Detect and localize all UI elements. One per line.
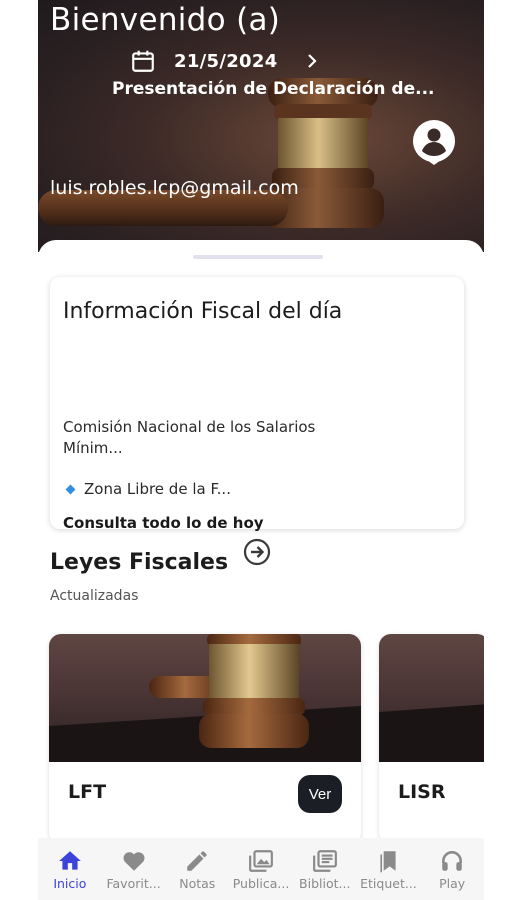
header-banner: Bienvenido (a) 21/5/2024 Presentación de…	[38, 0, 484, 252]
nav-item-etiquetas[interactable]: Etiquet...	[357, 838, 421, 900]
nav-label: Bibliot...	[299, 876, 351, 891]
profile-icon[interactable]	[411, 118, 457, 166]
diamond-bullet-icon	[65, 484, 76, 495]
law-name-lft: LFT	[68, 781, 107, 803]
nav-label: Notas	[179, 876, 216, 891]
laws-section-subtitle: Actualizadas	[50, 588, 139, 604]
heart-icon	[123, 852, 145, 871]
info-zone-text: Zona Libre de la F...	[84, 480, 231, 498]
info-card-title: Información Fiscal del día	[63, 299, 343, 324]
library-icon	[312, 850, 337, 872]
event-text[interactable]: Presentación de Declaración de...	[112, 79, 435, 99]
pencil-icon	[187, 851, 208, 871]
chevron-right-icon[interactable]	[304, 53, 320, 69]
arrow-circle-right-icon[interactable]	[243, 538, 271, 566]
nav-label: Publica...	[232, 876, 290, 891]
consulta-link[interactable]: Consulta todo lo de hoy	[63, 514, 264, 532]
content-sheet: Información Fiscal del día Comisión Naci…	[38, 240, 484, 850]
headphones-icon	[442, 851, 463, 871]
nav-item-favoritos[interactable]: Favorit...	[102, 838, 166, 900]
nav-item-inicio[interactable]: Inicio	[38, 838, 102, 900]
law-card-lft[interactable]: LFT Ver	[49, 634, 361, 844]
home-icon	[59, 851, 81, 870]
law-card-image	[379, 634, 484, 762]
law-card-lisr[interactable]: LISR	[379, 634, 484, 844]
welcome-title: Bienvenido (a)	[50, 2, 281, 38]
info-zone-item: Zona Libre de la F...	[65, 480, 231, 498]
info-commission-text: Comisión Nacional de los Salarios Mínim.…	[63, 418, 316, 457]
nav-label: Play	[439, 876, 466, 891]
laws-section-title: Leyes Fiscales	[50, 550, 229, 575]
nav-item-play[interactable]: Play	[420, 838, 484, 900]
drag-handle[interactable]	[193, 255, 323, 259]
date-label: 21/5/2024	[174, 50, 278, 72]
app-frame: Bienvenido (a) 21/5/2024 Presentación de…	[38, 0, 484, 900]
nav-item-notas[interactable]: Notas	[165, 838, 229, 900]
bottom-navigation: Inicio Favorit... Notas Publica... Bibli…	[38, 838, 484, 900]
nav-label: Favorit...	[106, 876, 161, 891]
law-card-image	[49, 634, 361, 762]
bookmarks-icon	[380, 851, 397, 873]
ver-button[interactable]: Ver	[298, 775, 342, 813]
calendar-icon	[132, 50, 154, 72]
fiscal-info-card[interactable]: Información Fiscal del día Comisión Naci…	[50, 277, 464, 566]
user-email: luis.robles.lcp@gmail.com	[50, 177, 299, 199]
law-name-lisr: LISR	[398, 781, 446, 803]
photo-library-icon	[249, 850, 273, 872]
nav-item-biblioteca[interactable]: Bibliot...	[293, 838, 357, 900]
date-selector[interactable]: 21/5/2024	[130, 48, 320, 74]
nav-item-publicaciones[interactable]: Publica...	[229, 838, 293, 900]
nav-label: Etiquet...	[360, 876, 417, 891]
nav-label: Inicio	[53, 876, 87, 891]
